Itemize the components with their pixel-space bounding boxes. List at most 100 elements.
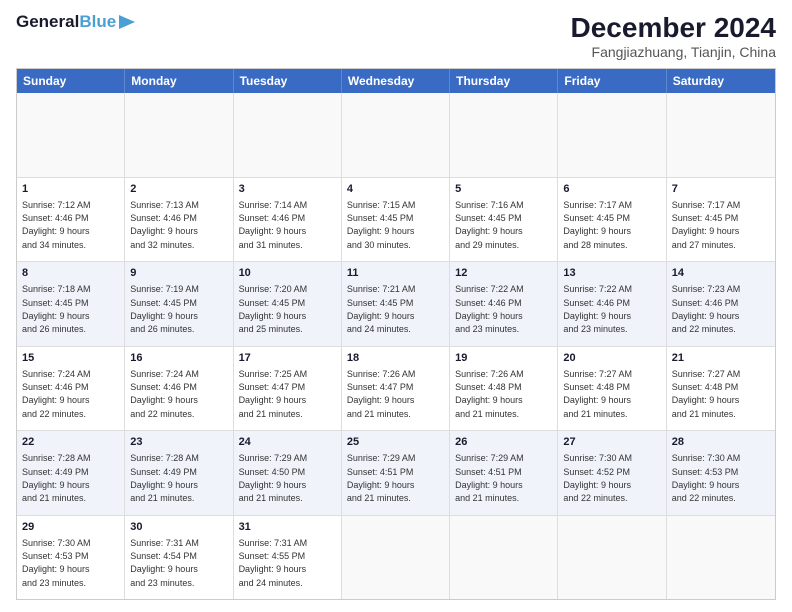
cell-info: Sunrise: 7:21 AMSunset: 4:45 PMDaylight:… bbox=[347, 284, 416, 334]
day-number: 3 bbox=[239, 182, 336, 197]
empty-cell bbox=[17, 93, 125, 177]
day-number: 22 bbox=[22, 435, 119, 450]
logo-blue: Blue bbox=[79, 12, 116, 32]
empty-cell bbox=[558, 516, 666, 600]
day-number: 6 bbox=[563, 182, 660, 197]
cell-info: Sunrise: 7:26 AMSunset: 4:48 PMDaylight:… bbox=[455, 369, 524, 419]
day-number: 13 bbox=[563, 266, 660, 281]
day-number: 11 bbox=[347, 266, 444, 281]
day-number: 12 bbox=[455, 266, 552, 281]
calendar-week bbox=[17, 93, 775, 178]
logo: General Blue bbox=[16, 12, 135, 32]
day-cell: 28 Sunrise: 7:30 AMSunset: 4:53 PMDayligh… bbox=[667, 431, 775, 515]
cell-info: Sunrise: 7:30 AMSunset: 4:52 PMDaylight:… bbox=[563, 453, 632, 503]
day-cell: 21 Sunrise: 7:27 AMSunset: 4:48 PMDayligh… bbox=[667, 347, 775, 431]
day-number: 28 bbox=[672, 435, 770, 450]
cell-info: Sunrise: 7:17 AMSunset: 4:45 PMDaylight:… bbox=[563, 200, 632, 250]
cell-info: Sunrise: 7:15 AMSunset: 4:45 PMDaylight:… bbox=[347, 200, 416, 250]
day-number: 26 bbox=[455, 435, 552, 450]
day-number: 10 bbox=[239, 266, 336, 281]
calendar-body: 1 Sunrise: 7:12 AMSunset: 4:46 PMDaylight… bbox=[17, 93, 775, 599]
calendar-header-day: Sunday bbox=[17, 69, 125, 93]
day-number: 19 bbox=[455, 351, 552, 366]
subtitle: Fangjiazhuang, Tianjin, China bbox=[571, 44, 776, 60]
empty-cell bbox=[125, 93, 233, 177]
day-number: 14 bbox=[672, 266, 770, 281]
cell-info: Sunrise: 7:30 AMSunset: 4:53 PMDaylight:… bbox=[672, 453, 741, 503]
day-cell: 25Sunrise: 7:29 AMSunset: 4:51 PMDayligh… bbox=[342, 431, 450, 515]
day-cell: 14 Sunrise: 7:23 AMSunset: 4:46 PMDayligh… bbox=[667, 262, 775, 346]
cell-info: Sunrise: 7:12 AMSunset: 4:46 PMDaylight:… bbox=[22, 200, 91, 250]
day-number: 1 bbox=[22, 182, 119, 197]
cell-info: Sunrise: 7:18 AMSunset: 4:45 PMDaylight:… bbox=[22, 284, 91, 334]
day-cell: 31 Sunrise: 7:31 AMSunset: 4:55 PMDayligh… bbox=[234, 516, 342, 600]
day-cell: 20 Sunrise: 7:27 AMSunset: 4:48 PMDayligh… bbox=[558, 347, 666, 431]
day-cell: 19 Sunrise: 7:26 AMSunset: 4:48 PMDayligh… bbox=[450, 347, 558, 431]
cell-info: Sunrise: 7:19 AMSunset: 4:45 PMDaylight:… bbox=[130, 284, 199, 334]
day-cell: 30Sunrise: 7:31 AMSunset: 4:54 PMDayligh… bbox=[125, 516, 233, 600]
calendar-header-day: Tuesday bbox=[234, 69, 342, 93]
day-cell: 4 Sunrise: 7:15 AMSunset: 4:45 PMDaylight… bbox=[342, 178, 450, 262]
cell-info: Sunrise: 7:24 AMSunset: 4:46 PMDaylight:… bbox=[130, 369, 199, 419]
day-number: 31 bbox=[239, 520, 336, 535]
logo-general: General bbox=[16, 12, 79, 32]
title-block: December 2024 Fangjiazhuang, Tianjin, Ch… bbox=[571, 12, 776, 60]
day-cell: 10 Sunrise: 7:20 AMSunset: 4:45 PMDayligh… bbox=[234, 262, 342, 346]
day-number: 23 bbox=[130, 435, 227, 450]
day-number: 5 bbox=[455, 182, 552, 197]
day-number: 21 bbox=[672, 351, 770, 366]
cell-info: Sunrise: 7:16 AMSunset: 4:45 PMDaylight:… bbox=[455, 200, 524, 250]
cell-info: Sunrise: 7:30 AMSunset: 4:53 PMDaylight:… bbox=[22, 538, 91, 588]
cell-info: Sunrise: 7:23 AMSunset: 4:46 PMDaylight:… bbox=[672, 284, 741, 334]
calendar-week: 15 Sunrise: 7:24 AMSunset: 4:46 PMDayligh… bbox=[17, 347, 775, 432]
calendar-header-day: Thursday bbox=[450, 69, 558, 93]
day-cell: 7Sunrise: 7:17 AMSunset: 4:45 PMDaylight… bbox=[667, 178, 775, 262]
empty-cell bbox=[342, 516, 450, 600]
cell-info: Sunrise: 7:31 AMSunset: 4:54 PMDaylight:… bbox=[130, 538, 199, 588]
cell-info: Sunrise: 7:22 AMSunset: 4:46 PMDaylight:… bbox=[455, 284, 524, 334]
cell-info: Sunrise: 7:17 AMSunset: 4:45 PMDaylight:… bbox=[672, 200, 741, 250]
day-cell: 29 Sunrise: 7:30 AMSunset: 4:53 PMDayligh… bbox=[17, 516, 125, 600]
day-cell: 15Sunrise: 7:24 AMSunset: 4:46 PMDayligh… bbox=[17, 347, 125, 431]
day-number: 2 bbox=[130, 182, 227, 197]
empty-cell bbox=[450, 93, 558, 177]
day-cell: 8 Sunrise: 7:18 AMSunset: 4:45 PMDaylight… bbox=[17, 262, 125, 346]
cell-info: Sunrise: 7:26 AMSunset: 4:47 PMDaylight:… bbox=[347, 369, 416, 419]
day-cell: 12 Sunrise: 7:22 AMSunset: 4:46 PMDayligh… bbox=[450, 262, 558, 346]
day-cell: 11 Sunrise: 7:21 AMSunset: 4:45 PMDayligh… bbox=[342, 262, 450, 346]
page: General Blue December 2024 Fangjiazhuang… bbox=[0, 0, 792, 612]
cell-info: Sunrise: 7:13 AMSunset: 4:46 PMDaylight:… bbox=[130, 200, 199, 250]
empty-cell bbox=[450, 516, 558, 600]
cell-info: Sunrise: 7:27 AMSunset: 4:48 PMDaylight:… bbox=[563, 369, 632, 419]
empty-cell bbox=[558, 93, 666, 177]
cell-info: Sunrise: 7:29 AMSunset: 4:51 PMDaylight:… bbox=[347, 453, 416, 503]
calendar: SundayMondayTuesdayWednesdayThursdayFrid… bbox=[16, 68, 776, 600]
cell-info: Sunrise: 7:27 AMSunset: 4:48 PMDaylight:… bbox=[672, 369, 741, 419]
empty-cell bbox=[667, 93, 775, 177]
day-cell: 6 Sunrise: 7:17 AMSunset: 4:45 PMDaylight… bbox=[558, 178, 666, 262]
header: General Blue December 2024 Fangjiazhuang… bbox=[16, 12, 776, 60]
cell-info: Sunrise: 7:14 AMSunset: 4:46 PMDaylight:… bbox=[239, 200, 308, 250]
day-number: 18 bbox=[347, 351, 444, 366]
day-number: 15 bbox=[22, 351, 119, 366]
day-cell: 9 Sunrise: 7:19 AMSunset: 4:45 PMDaylight… bbox=[125, 262, 233, 346]
day-number: 20 bbox=[563, 351, 660, 366]
calendar-week: 22Sunrise: 7:28 AMSunset: 4:49 PMDayligh… bbox=[17, 431, 775, 516]
day-cell: 16Sunrise: 7:24 AMSunset: 4:46 PMDayligh… bbox=[125, 347, 233, 431]
calendar-week: 8 Sunrise: 7:18 AMSunset: 4:45 PMDaylight… bbox=[17, 262, 775, 347]
day-number: 27 bbox=[563, 435, 660, 450]
cell-info: Sunrise: 7:31 AMSunset: 4:55 PMDaylight:… bbox=[239, 538, 308, 588]
day-number: 29 bbox=[22, 520, 119, 535]
day-cell: 3 Sunrise: 7:14 AMSunset: 4:46 PMDaylight… bbox=[234, 178, 342, 262]
calendar-week: 29 Sunrise: 7:30 AMSunset: 4:53 PMDayligh… bbox=[17, 516, 775, 600]
cell-info: Sunrise: 7:29 AMSunset: 4:51 PMDaylight:… bbox=[455, 453, 524, 503]
day-cell: 5 Sunrise: 7:16 AMSunset: 4:45 PMDaylight… bbox=[450, 178, 558, 262]
day-cell: 22Sunrise: 7:28 AMSunset: 4:49 PMDayligh… bbox=[17, 431, 125, 515]
day-number: 4 bbox=[347, 182, 444, 197]
day-number: 8 bbox=[22, 266, 119, 281]
day-number: 9 bbox=[130, 266, 227, 281]
cell-info: Sunrise: 7:20 AMSunset: 4:45 PMDaylight:… bbox=[239, 284, 308, 334]
calendar-header-day: Monday bbox=[125, 69, 233, 93]
empty-cell bbox=[234, 93, 342, 177]
cell-info: Sunrise: 7:25 AMSunset: 4:47 PMDaylight:… bbox=[239, 369, 308, 419]
